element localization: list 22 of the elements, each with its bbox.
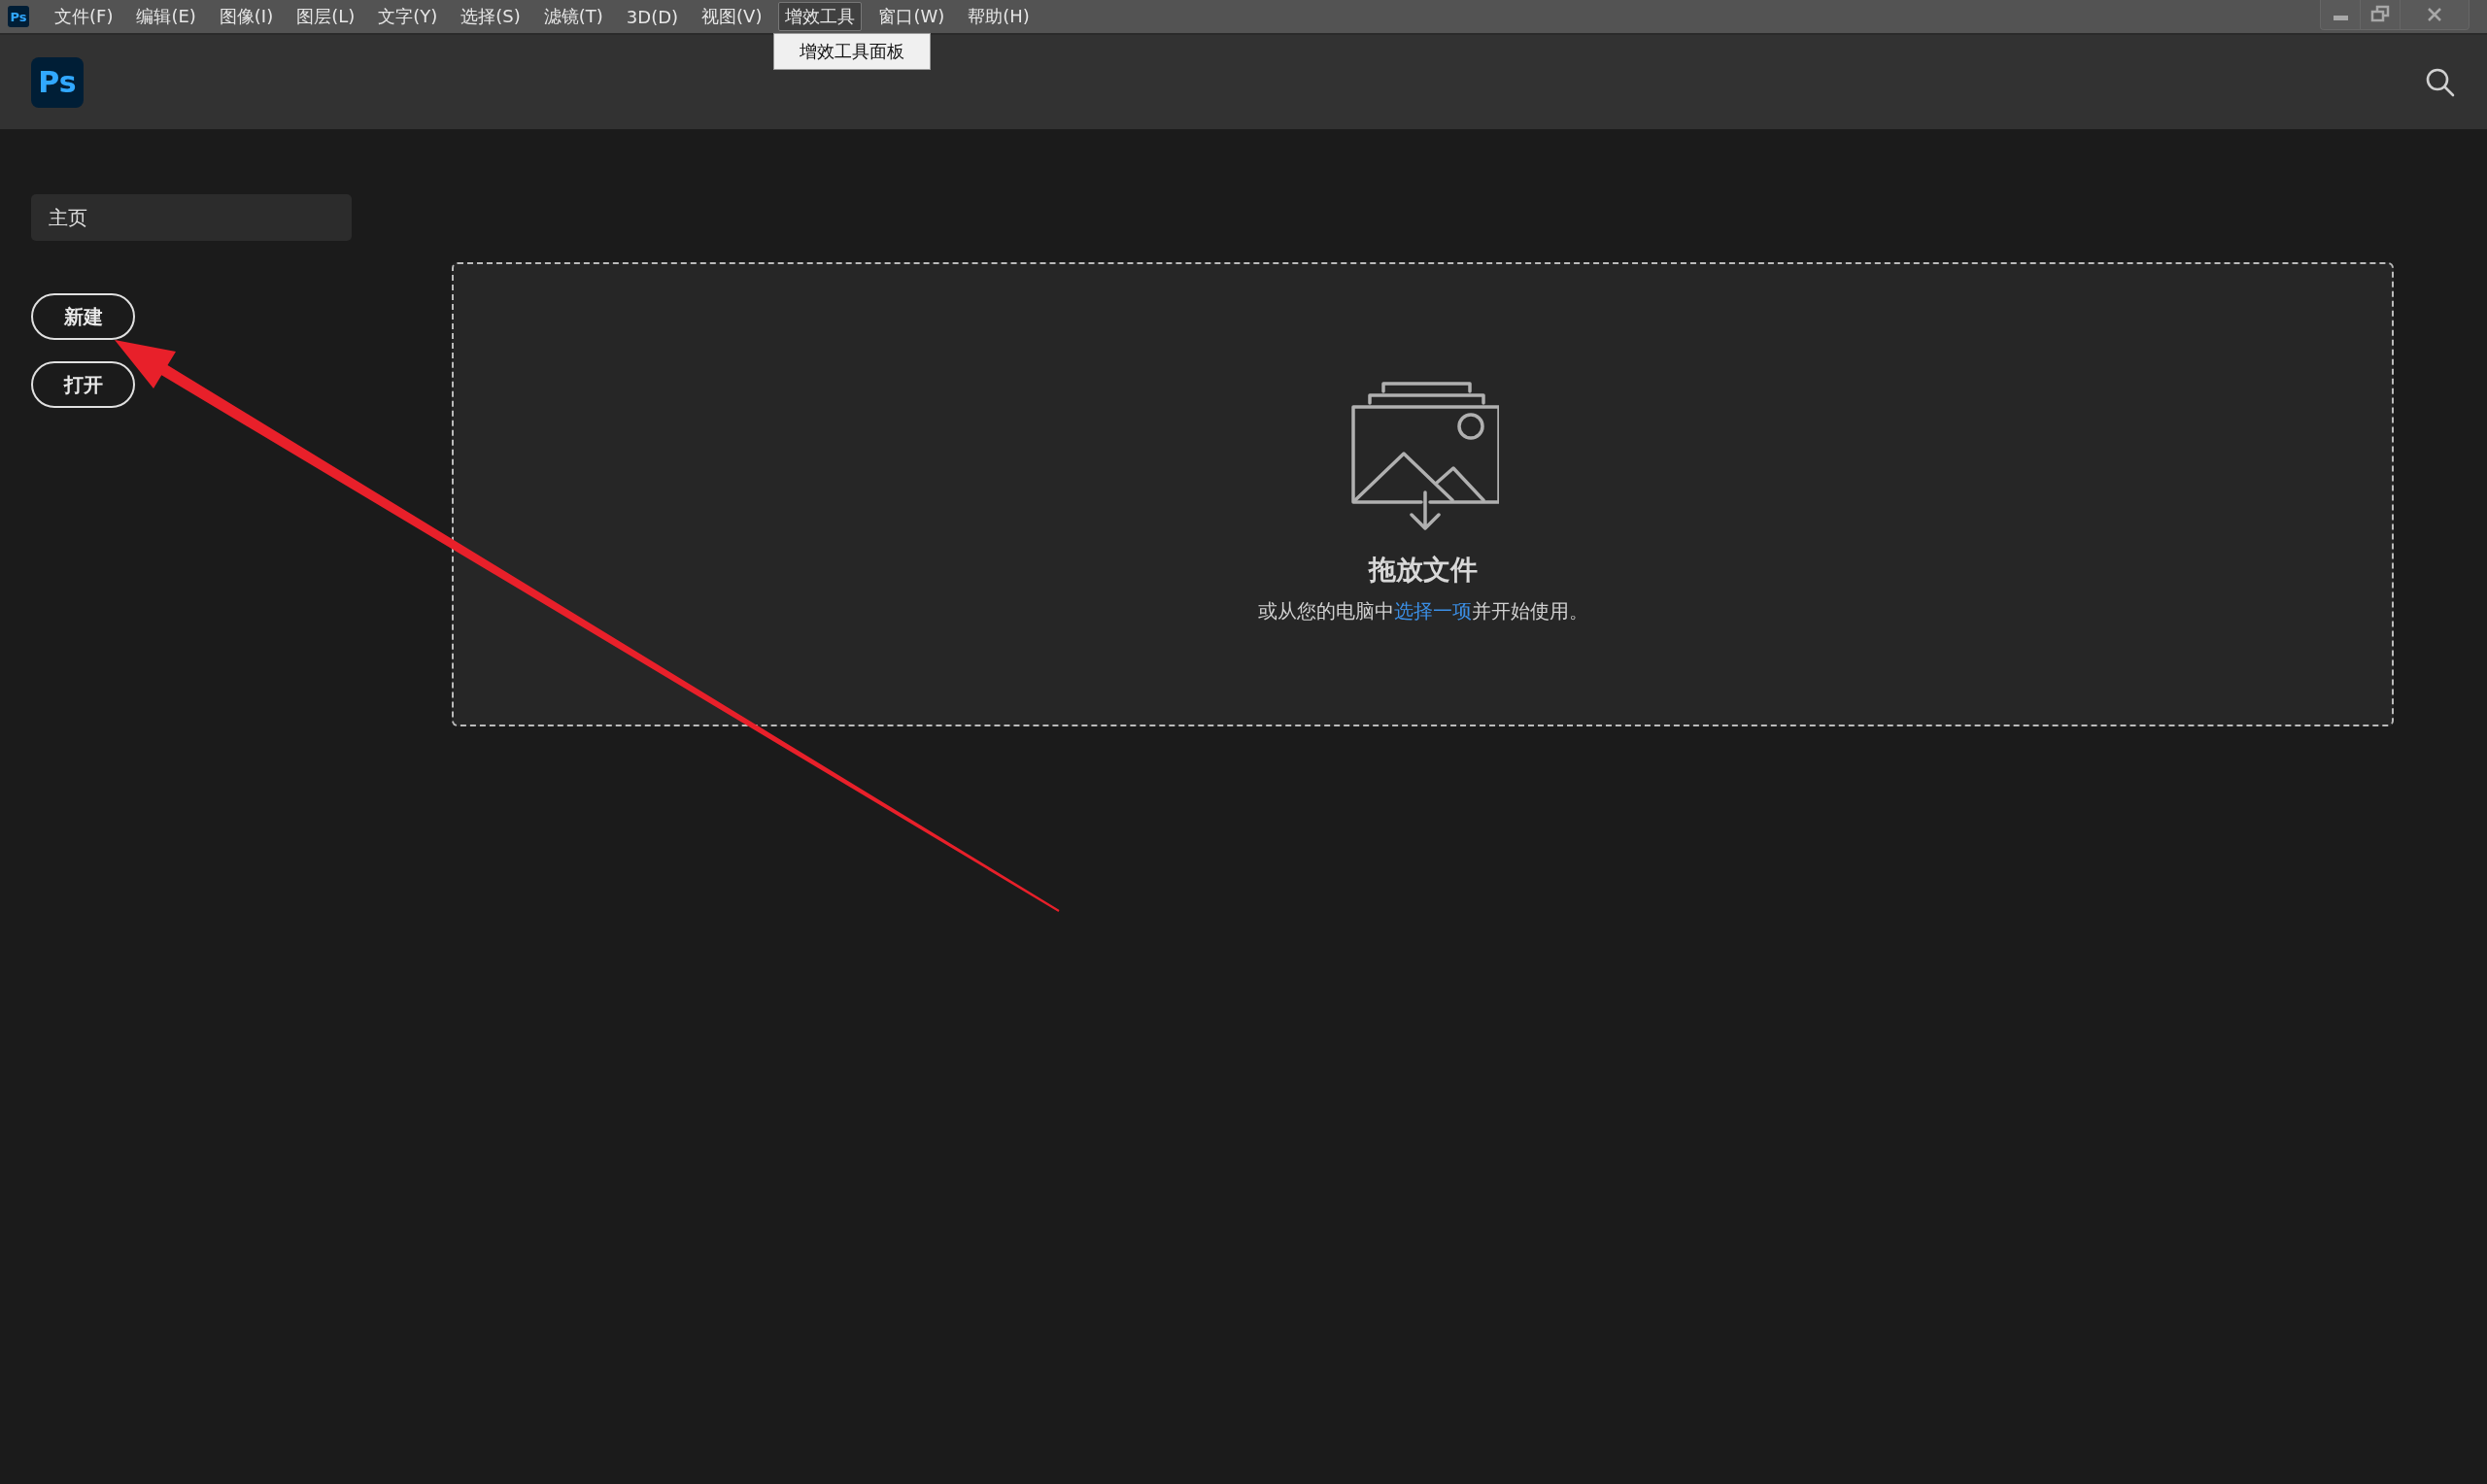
menu-entry[interactable]: 增效工具面板 [774,38,931,65]
app-icon[interactable]: Ps [8,6,29,27]
logo: Ps [31,56,84,108]
menu-item[interactable]: 增效工具 [778,2,863,31]
menu-item[interactable]: 文字(Y) [371,2,445,31]
menu-item[interactable]: 3D(D) [619,3,686,30]
menu-item[interactable]: 文件(F) [48,2,120,31]
menu-item[interactable]: 帮助(H) [961,2,1037,31]
menu-item[interactable]: 视图(V) [695,2,769,31]
menu-item[interactable]: 窗口(W) [871,2,952,31]
sidebar-button[interactable]: 打开 [31,361,135,408]
drop-title: 拖放文件 [1368,553,1478,588]
sidebar-item[interactable]: 主页 [31,194,352,241]
drop-zone[interactable]: 拖放文件 或从您的电脑中选择一项并开始使用。 [452,262,2394,726]
menu-item[interactable]: 图层(L) [290,2,362,31]
sidebar-button[interactable]: 新建 [31,293,135,340]
menu-item[interactable]: 编辑(E) [129,2,203,31]
select-link[interactable]: 选择一项 [1393,599,1472,623]
menu-item[interactable]: 选择(S) [454,2,528,31]
menu-item[interactable]: 图像(I) [212,2,281,31]
menu-item[interactable]: 滤镜(T) [536,2,610,31]
drop-instructions: 或从您的电脑中选择一项并开始使用。 [1257,598,1588,624]
